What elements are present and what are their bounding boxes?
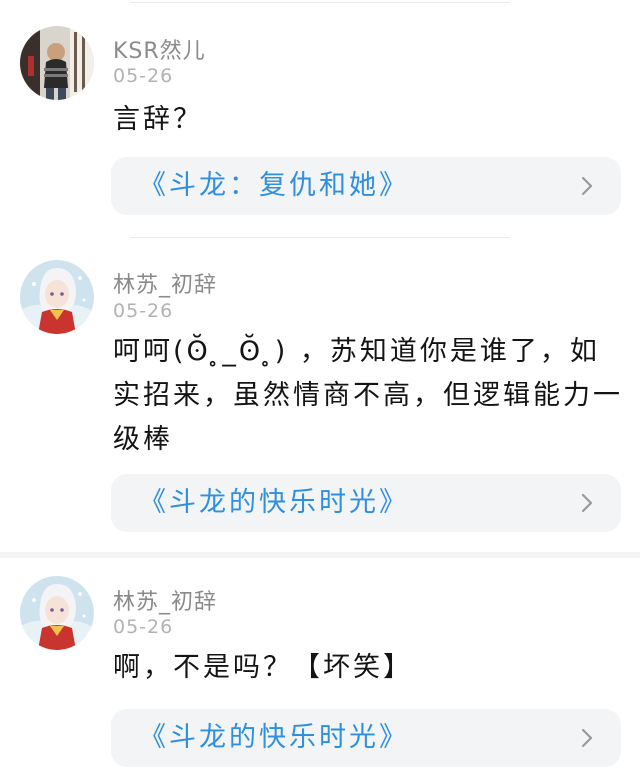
child-photo-avatar-icon bbox=[20, 26, 94, 100]
comment-divider bbox=[0, 552, 640, 558]
book-link-title: 《斗龙的快乐时光》 bbox=[139, 722, 409, 753]
book-link-card[interactable]: 《斗龙：复仇和她》 bbox=[111, 157, 621, 215]
chevron-right-icon bbox=[581, 493, 593, 513]
comment-text: 言辞？ bbox=[113, 104, 203, 135]
comment-divider bbox=[130, 237, 510, 238]
username[interactable]: KSR然儿 bbox=[113, 33, 206, 65]
book-link-title: 《斗龙：复仇和她》 bbox=[139, 170, 409, 201]
book-link-title: 《斗龙的快乐时光》 bbox=[139, 487, 409, 518]
username[interactable]: 林苏_初辞 bbox=[113, 584, 217, 616]
comment-date: 05-26 bbox=[113, 616, 174, 638]
anime-character-avatar-icon bbox=[20, 576, 94, 650]
anime-character-avatar-icon bbox=[20, 260, 94, 334]
avatar[interactable] bbox=[20, 26, 94, 100]
comment-date: 05-26 bbox=[113, 65, 174, 87]
username[interactable]: 林苏_初辞 bbox=[113, 267, 217, 299]
comment-text: 呵呵(ʘ̆ ̥_ʘ̆ ̥) ，苏知道你是谁了，如实招来，虽然情商不高，但逻辑能力… bbox=[113, 336, 623, 455]
chevron-right-icon bbox=[581, 728, 593, 748]
chevron-right-icon bbox=[581, 176, 593, 196]
comment-date: 05-26 bbox=[113, 300, 174, 322]
comment-text: 啊，不是吗？【坏笑】 bbox=[113, 652, 413, 683]
top-divider bbox=[130, 2, 510, 3]
book-link-card[interactable]: 《斗龙的快乐时光》 bbox=[111, 709, 621, 767]
avatar[interactable] bbox=[20, 576, 94, 650]
book-link-card[interactable]: 《斗龙的快乐时光》 bbox=[111, 474, 621, 532]
avatar[interactable] bbox=[20, 260, 94, 334]
